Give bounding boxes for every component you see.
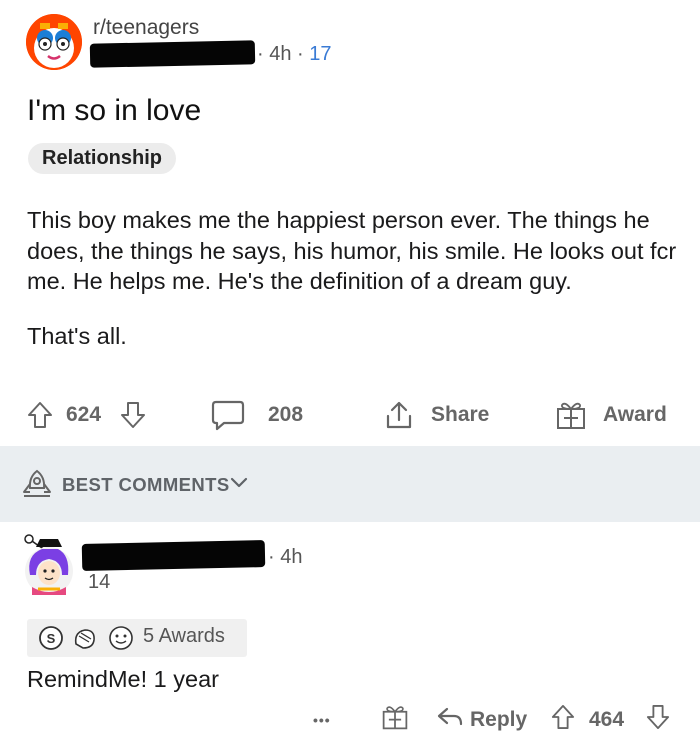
redacted-commenter (81, 540, 266, 571)
commenter-avatar[interactable] (22, 531, 76, 597)
post-flair[interactable]: Relationship (28, 143, 177, 174)
comment-age: 4h (280, 546, 303, 568)
comments-button[interactable]: 208 (210, 392, 303, 438)
comment-vote-count: 464 (589, 708, 625, 731)
redacted-username (89, 40, 256, 68)
post-meta: · 4h · 17 (257, 43, 332, 66)
more-options-button[interactable]: ••• (313, 700, 331, 740)
commenter-karma: 14 (88, 571, 111, 593)
subreddit-name[interactable]: r/teenagers (93, 16, 199, 40)
silver-award-icon: S (37, 625, 65, 656)
arrow-down-icon (120, 401, 146, 429)
comment-action-bar: ••• Reply 464 (0, 700, 700, 740)
comment-meta: · 4h (268, 546, 302, 569)
award-button[interactable]: Award (555, 392, 667, 438)
reply-arrow-icon (436, 705, 464, 735)
arrow-up-icon (551, 704, 575, 736)
reply-label: Reply (470, 708, 528, 731)
meta-separator: · (297, 43, 304, 65)
arrow-up-icon (27, 401, 53, 429)
awards-count-label: 5 Awards (143, 625, 225, 647)
downvote-button[interactable] (120, 392, 146, 438)
award-label: Award (603, 403, 667, 426)
comments-count: 208 (268, 403, 304, 426)
comment-award-button[interactable] (381, 700, 409, 740)
arrow-down-icon (646, 704, 670, 736)
meta-separator: · (257, 43, 264, 65)
sort-comments-bar[interactable]: BEST COMMENTS (0, 446, 700, 522)
post-age: 4h (269, 43, 292, 65)
comment-body: RemindMe! 1 year (27, 666, 219, 692)
comment-downvote-button[interactable] (646, 700, 670, 740)
gift-icon (381, 703, 409, 737)
gift-icon (555, 399, 587, 431)
post-title: I'm so in love (27, 94, 202, 127)
post-paragraph: This boy makes me the happiest person ev… (27, 207, 677, 294)
share-icon (384, 399, 414, 431)
meta-separator: · (268, 546, 275, 568)
subreddit-avatar[interactable] (26, 14, 82, 70)
helpful-award-icon (71, 624, 99, 657)
sort-label: BEST COMMENTS (62, 474, 230, 495)
share-label: Share (431, 403, 490, 426)
speech-bubble-icon (210, 399, 246, 431)
comment-upvote-button[interactable] (551, 700, 575, 740)
share-button[interactable]: Share (384, 392, 489, 438)
comment-awards[interactable]: S 5 Awards (27, 619, 247, 657)
svg-text:S: S (47, 631, 56, 646)
meta-count: 17 (309, 43, 332, 65)
upvote-button[interactable] (27, 392, 53, 438)
post-action-bar: 624 208 Share Award (0, 392, 700, 438)
wholesome-award-icon (107, 625, 135, 656)
ellipsis-icon: ••• (313, 712, 331, 728)
post-paragraph: That's all. (27, 322, 127, 349)
chevron-down-icon (230, 476, 248, 495)
post-body: This boy makes me the happiest person ev… (27, 205, 677, 375)
upvote-count: 624 (66, 403, 102, 426)
rocket-icon (20, 468, 54, 507)
reply-button[interactable]: Reply (436, 700, 527, 740)
